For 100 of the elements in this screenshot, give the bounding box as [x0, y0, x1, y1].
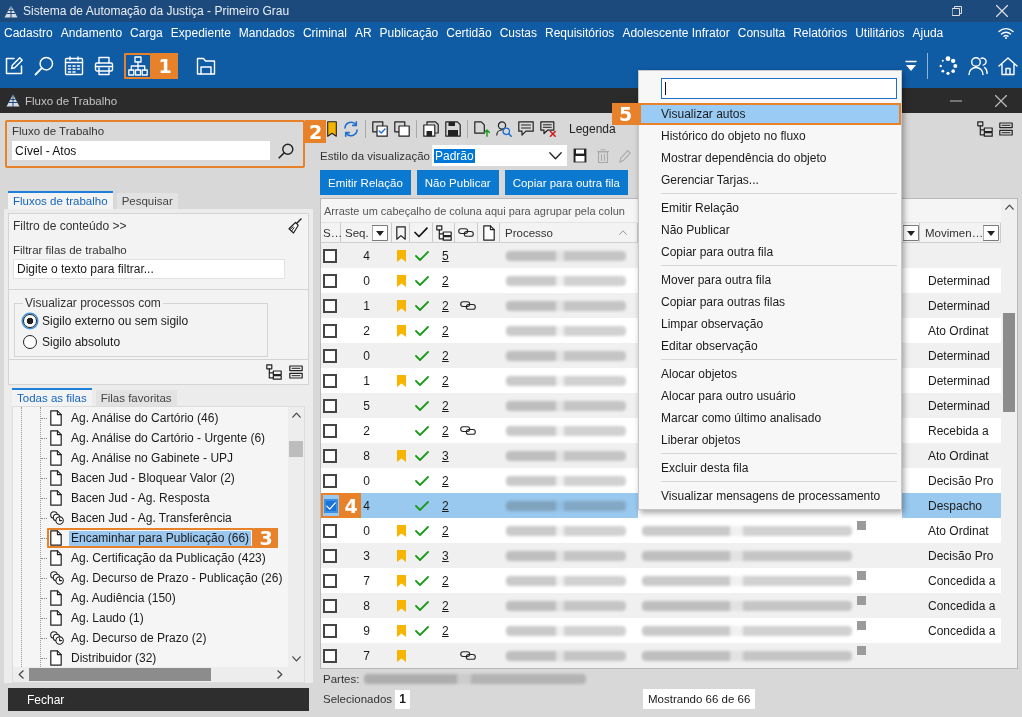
comment-icon[interactable]: [518, 121, 534, 136]
restore-icon[interactable]: [952, 6, 962, 16]
queue-item[interactable]: Ag. Análise no Gabinete - UPJ: [47, 448, 239, 468]
menu-item[interactable]: Excluir desta fila: [639, 457, 901, 479]
refresh-icon[interactable]: [343, 120, 359, 137]
menu-item[interactable]: Cadastro: [4, 26, 53, 40]
queue-item[interactable]: Encaminhar para Publicação (66): [47, 528, 255, 548]
calendar-icon[interactable]: [64, 56, 84, 76]
radio-button[interactable]: [23, 313, 37, 328]
link-count[interactable]: 2: [442, 523, 449, 538]
menu-item[interactable]: Criminal: [302, 26, 347, 40]
spinner-icon[interactable]: [938, 56, 958, 76]
menu-item[interactable]: Carga: [130, 26, 163, 40]
checkbox[interactable]: [323, 398, 337, 413]
menu-item[interactable]: Utilitários: [855, 26, 905, 40]
queue-item[interactable]: Bacen Jud - Ag. Transferência: [47, 508, 237, 528]
close-icon[interactable]: [996, 5, 1008, 17]
link-count[interactable]: 2: [442, 298, 449, 313]
users-icon[interactable]: [968, 56, 988, 76]
menu-item[interactable]: Custas: [499, 26, 537, 40]
menu-search-field[interactable]: [661, 78, 897, 99]
chevron-up-icon[interactable]: [1004, 204, 1014, 210]
queue-item[interactable]: Bacen Jud - Ag. Resposta: [47, 488, 215, 508]
menu-item[interactable]: Alocar para outro usuário: [639, 385, 901, 407]
document-upload-icon[interactable]: [474, 120, 490, 137]
filter-dropdown-icon[interactable]: [902, 224, 919, 241]
menu-item[interactable]: Copiar para outras filas: [639, 291, 901, 313]
grid-row[interactable]: 7: [321, 643, 1001, 668]
menu-item[interactable]: Expediente: [170, 26, 231, 40]
checkbox[interactable]: [323, 298, 337, 313]
filter-field[interactable]: Digite o texto para filtrar...: [13, 259, 285, 279]
menu-item[interactable]: Visualizar autos: [639, 103, 901, 125]
column-header[interactable]: Seq.: [341, 223, 392, 242]
action-button[interactable]: Emitir Relação: [320, 170, 411, 195]
checkbox[interactable]: [323, 573, 337, 588]
grid-row[interactable]: 4 5: [321, 243, 638, 268]
save-icon[interactable]: [573, 148, 587, 163]
checked-windows-icon[interactable]: [372, 120, 388, 137]
printer-icon[interactable]: [94, 56, 114, 76]
checkbox[interactable]: [323, 523, 337, 538]
comment-delete-icon[interactable]: [540, 120, 556, 137]
search-icon[interactable]: [278, 142, 294, 159]
menu-item[interactable]: Alocar objetos: [639, 363, 901, 385]
workflow-field[interactable]: Cível - Atos: [12, 141, 270, 160]
menu-item[interactable]: Andamento: [60, 26, 123, 40]
tab[interactable]: Fluxos de trabalho: [8, 191, 113, 209]
menu-item[interactable]: Consulta: [737, 26, 786, 40]
dropdown-icon[interactable]: [905, 60, 917, 72]
filter-dropdown-icon[interactable]: [372, 224, 388, 241]
menu-item[interactable]: Ajuda: [912, 26, 944, 40]
column-header[interactable]: Movimen…: [920, 223, 1001, 242]
link-count[interactable]: 2: [442, 348, 449, 363]
menu-item[interactable]: Mandados: [238, 26, 295, 40]
link-count[interactable]: 2: [442, 323, 449, 338]
menu-item[interactable]: Liberar objetos: [639, 429, 901, 451]
user-search-icon[interactable]: [496, 120, 512, 137]
close-icon[interactable]: [995, 94, 1007, 107]
link-count[interactable]: 2: [442, 373, 449, 388]
view-style-select[interactable]: Padrão: [432, 145, 567, 166]
chevron-down-icon[interactable]: [291, 656, 301, 662]
grid-row[interactable]: 0 2: [321, 343, 638, 368]
queue-item[interactable]: Distribuidor (32): [47, 648, 162, 667]
link-count[interactable]: 2: [442, 598, 449, 613]
stacked-panels-icon[interactable]: [289, 365, 303, 379]
radio-label[interactable]: Sigilo externo ou sem sigilo: [42, 313, 189, 328]
menu-item[interactable]: Mover para outra fila: [639, 269, 901, 291]
hierarchy-icon[interactable]: [977, 120, 993, 137]
queue-item[interactable]: Ag. Certificação da Publicação (423): [47, 548, 271, 568]
menu-item[interactable]: AR: [354, 26, 372, 40]
edit-icon[interactable]: [4, 56, 24, 76]
menu-item[interactable]: Certidão: [446, 26, 492, 40]
link-count[interactable]: 2: [442, 623, 449, 638]
grid-row[interactable]: 8 2 Concedida a: [321, 593, 1001, 618]
checkbox[interactable]: [323, 248, 337, 263]
action-button[interactable]: Copiar para outra fila: [504, 170, 629, 195]
save-icon[interactable]: [445, 120, 461, 137]
checkbox[interactable]: [323, 273, 337, 288]
chevron-up-icon[interactable]: [291, 412, 301, 418]
grid-row[interactable]: 3 3 Decisão Pro: [321, 543, 1001, 568]
menu-item[interactable]: Limpar observação: [639, 313, 901, 335]
checkbox[interactable]: [323, 448, 337, 463]
checkbox[interactable]: [323, 648, 337, 663]
checkbox[interactable]: [323, 473, 337, 488]
menu-item[interactable]: Histórico do objeto no fluxo: [639, 125, 901, 147]
queue-item[interactable]: Ag. Análise do Cartório - Urgente (6): [47, 428, 271, 448]
filter-dropdown-icon[interactable]: [983, 224, 1000, 241]
grid-row[interactable]: 4 4 2: [321, 493, 638, 518]
queue-item[interactable]: Ag. Análise do Cartório (46): [47, 408, 224, 428]
link-count[interactable]: 3: [442, 448, 449, 463]
menu-item[interactable]: Editar observação: [639, 335, 901, 357]
menu-item[interactable]: Adolescente Infrator: [622, 26, 730, 40]
checkbox[interactable]: [323, 373, 337, 388]
queue-item[interactable]: Ag. Decurso de Prazo (2): [47, 628, 212, 648]
checkbox[interactable]: [323, 548, 337, 563]
checkbox[interactable]: [323, 323, 337, 338]
stacked-panels-icon[interactable]: [999, 121, 1013, 136]
link-count[interactable]: 3: [442, 548, 449, 563]
menu-item[interactable]: Marcar como último analisado: [639, 407, 901, 429]
link-count[interactable]: 2: [442, 498, 449, 513]
chevron-right-icon[interactable]: [277, 670, 283, 679]
